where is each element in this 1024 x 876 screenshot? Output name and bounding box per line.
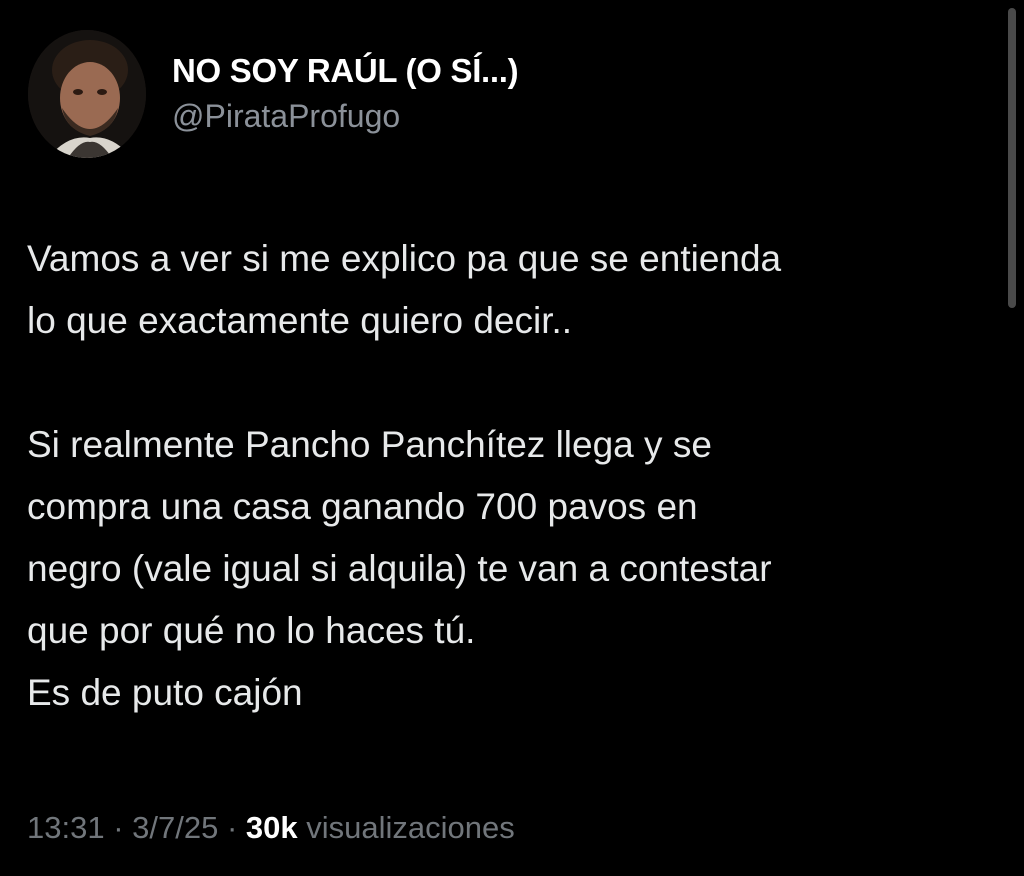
user-handle[interactable]: @PirataProfugo: [172, 95, 518, 137]
meta-separator-1: ·: [104, 810, 133, 845]
tweet-header: NO SOY RAÚL (O SÍ...) @PirataProfugo: [28, 30, 519, 158]
author-names: NO SOY RAÚL (O SÍ...) @PirataProfugo: [172, 51, 519, 137]
tweet-paragraph-1: Vamos a ver si me explico pa que se enti…: [27, 238, 782, 341]
avatar-image: [28, 30, 146, 158]
display-name[interactable]: NO SOY RAÚL (O SÍ...): [172, 51, 519, 91]
tweet-metadata: 13:31 · 3/7/25 · 30k visualizaciones: [27, 806, 515, 850]
tweet-date[interactable]: 3/7/25: [132, 810, 218, 845]
views-label: visualizaciones: [306, 810, 515, 845]
scrollbar[interactable]: [1008, 8, 1016, 308]
views-count: 30k: [245, 810, 298, 845]
tweet-paragraph-2: Si realmente Pancho Panchítez llega y se…: [27, 424, 772, 713]
meta-separator-2: ·: [218, 810, 246, 845]
tweet-text: Vamos a ver si me explico pa que se enti…: [27, 228, 997, 724]
tweet-time[interactable]: 13:31: [27, 810, 105, 845]
avatar[interactable]: [28, 30, 146, 158]
tweet-card: NO SOY RAÚL (O SÍ...) @PirataProfugo Vam…: [0, 0, 1024, 876]
